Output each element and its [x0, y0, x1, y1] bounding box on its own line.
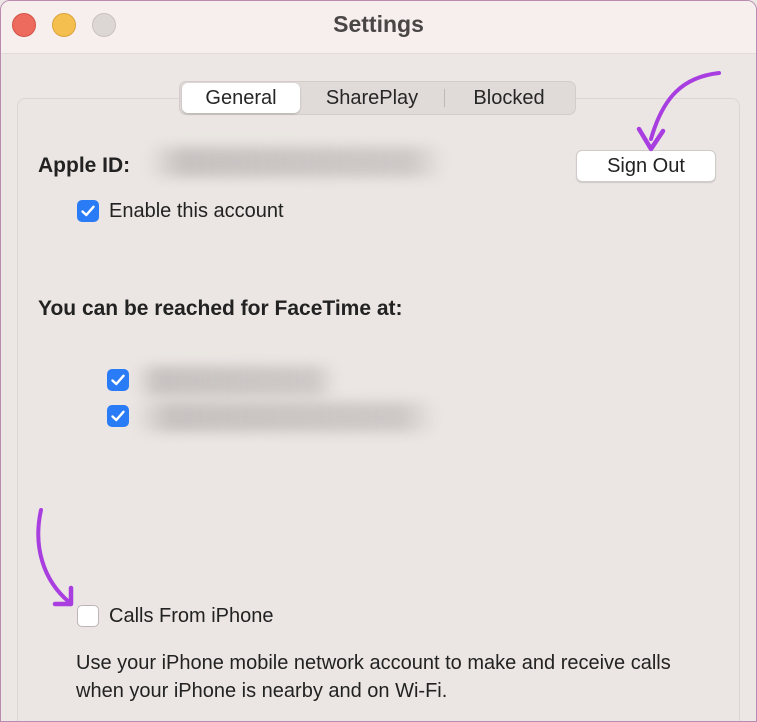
tab-shareplay[interactable]: SharePlay: [300, 83, 444, 113]
apple-id-label: Apple ID:: [38, 154, 131, 177]
annotation-arrow-icon: [636, 71, 721, 152]
reachable-heading: You can be reached for FaceTime at:: [38, 297, 403, 320]
calls-from-iphone-label: Calls From iPhone: [109, 605, 274, 627]
annotation-arrow-icon-2: [36, 508, 74, 607]
address-value-redacted-2: [133, 402, 438, 432]
settings-window: Settings General SharePlay Blocked Apple…: [0, 0, 757, 722]
address-checkbox-2[interactable]: [107, 405, 129, 427]
enable-account-label: Enable this account: [109, 200, 284, 222]
checkmark-icon: [111, 374, 125, 386]
window-title: Settings: [333, 11, 424, 37]
tab-blocked[interactable]: Blocked: [445, 83, 573, 113]
tab-bar: General SharePlay Blocked: [179, 81, 576, 115]
address-checkbox-1[interactable]: [107, 369, 129, 391]
calls-from-iphone-description: Use your iPhone mobile network account t…: [76, 652, 671, 702]
checkmark-icon: [111, 410, 125, 422]
checkmark-icon: [81, 205, 95, 217]
tab-general[interactable]: General: [182, 83, 300, 113]
title-bar: Settings: [1, 1, 756, 54]
enable-account-checkbox[interactable]: [77, 200, 99, 222]
apple-id-value-redacted: [146, 147, 446, 177]
address-value-redacted-1: [133, 366, 338, 396]
